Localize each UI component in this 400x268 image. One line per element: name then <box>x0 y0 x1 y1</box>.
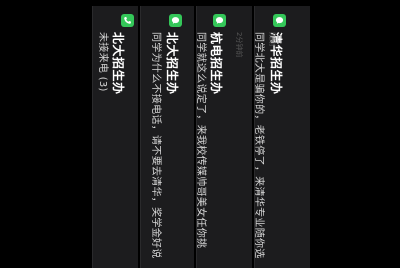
notification-card-hdu[interactable]: 杭电招生办 2分钟前 同学就这么说定了，来我校传媒帅哥美女任你挑 <box>195 6 252 268</box>
notification-time: 刚刚 <box>268 32 276 46</box>
notification-message: 同学北大是骗你的，老铁停了，来清华专业随你选 <box>253 32 264 259</box>
phone-icon <box>121 14 134 27</box>
message-icon <box>273 14 286 27</box>
notification-card-pku[interactable]: 北大招生办 同学为什么不接电话，请不要去清华，奖学金好说 <box>140 6 194 268</box>
message-icon <box>213 14 226 27</box>
message-icon <box>169 14 182 27</box>
notification-card-tsinghua[interactable]: 清华招生办 刚刚 同学北大是骗你的，老铁停了，来清华专业随你选 <box>253 6 310 268</box>
notification-message: 同学就这么说定了，来我校传媒帅哥美女任你挑 <box>195 32 206 249</box>
notification-title: 北大招生办 <box>111 32 125 95</box>
notification-title: 杭电招生办 <box>209 32 223 95</box>
notification-time: 2分钟前 <box>235 32 243 58</box>
notification-message: 未接来电 (3) <box>97 32 108 92</box>
phone-screen-rotated: 北大招生办 未接来电 (3) 北大招生办 同学为什么不接电话，请不要去清华，奖学… <box>0 0 400 268</box>
notification-message: 同学为什么不接电话，请不要去清华，奖学金好说 <box>150 32 161 259</box>
notification-card-missed-call[interactable]: 北大招生办 未接来电 (3) <box>92 6 138 268</box>
notification-title: 北大招生办 <box>165 32 179 95</box>
